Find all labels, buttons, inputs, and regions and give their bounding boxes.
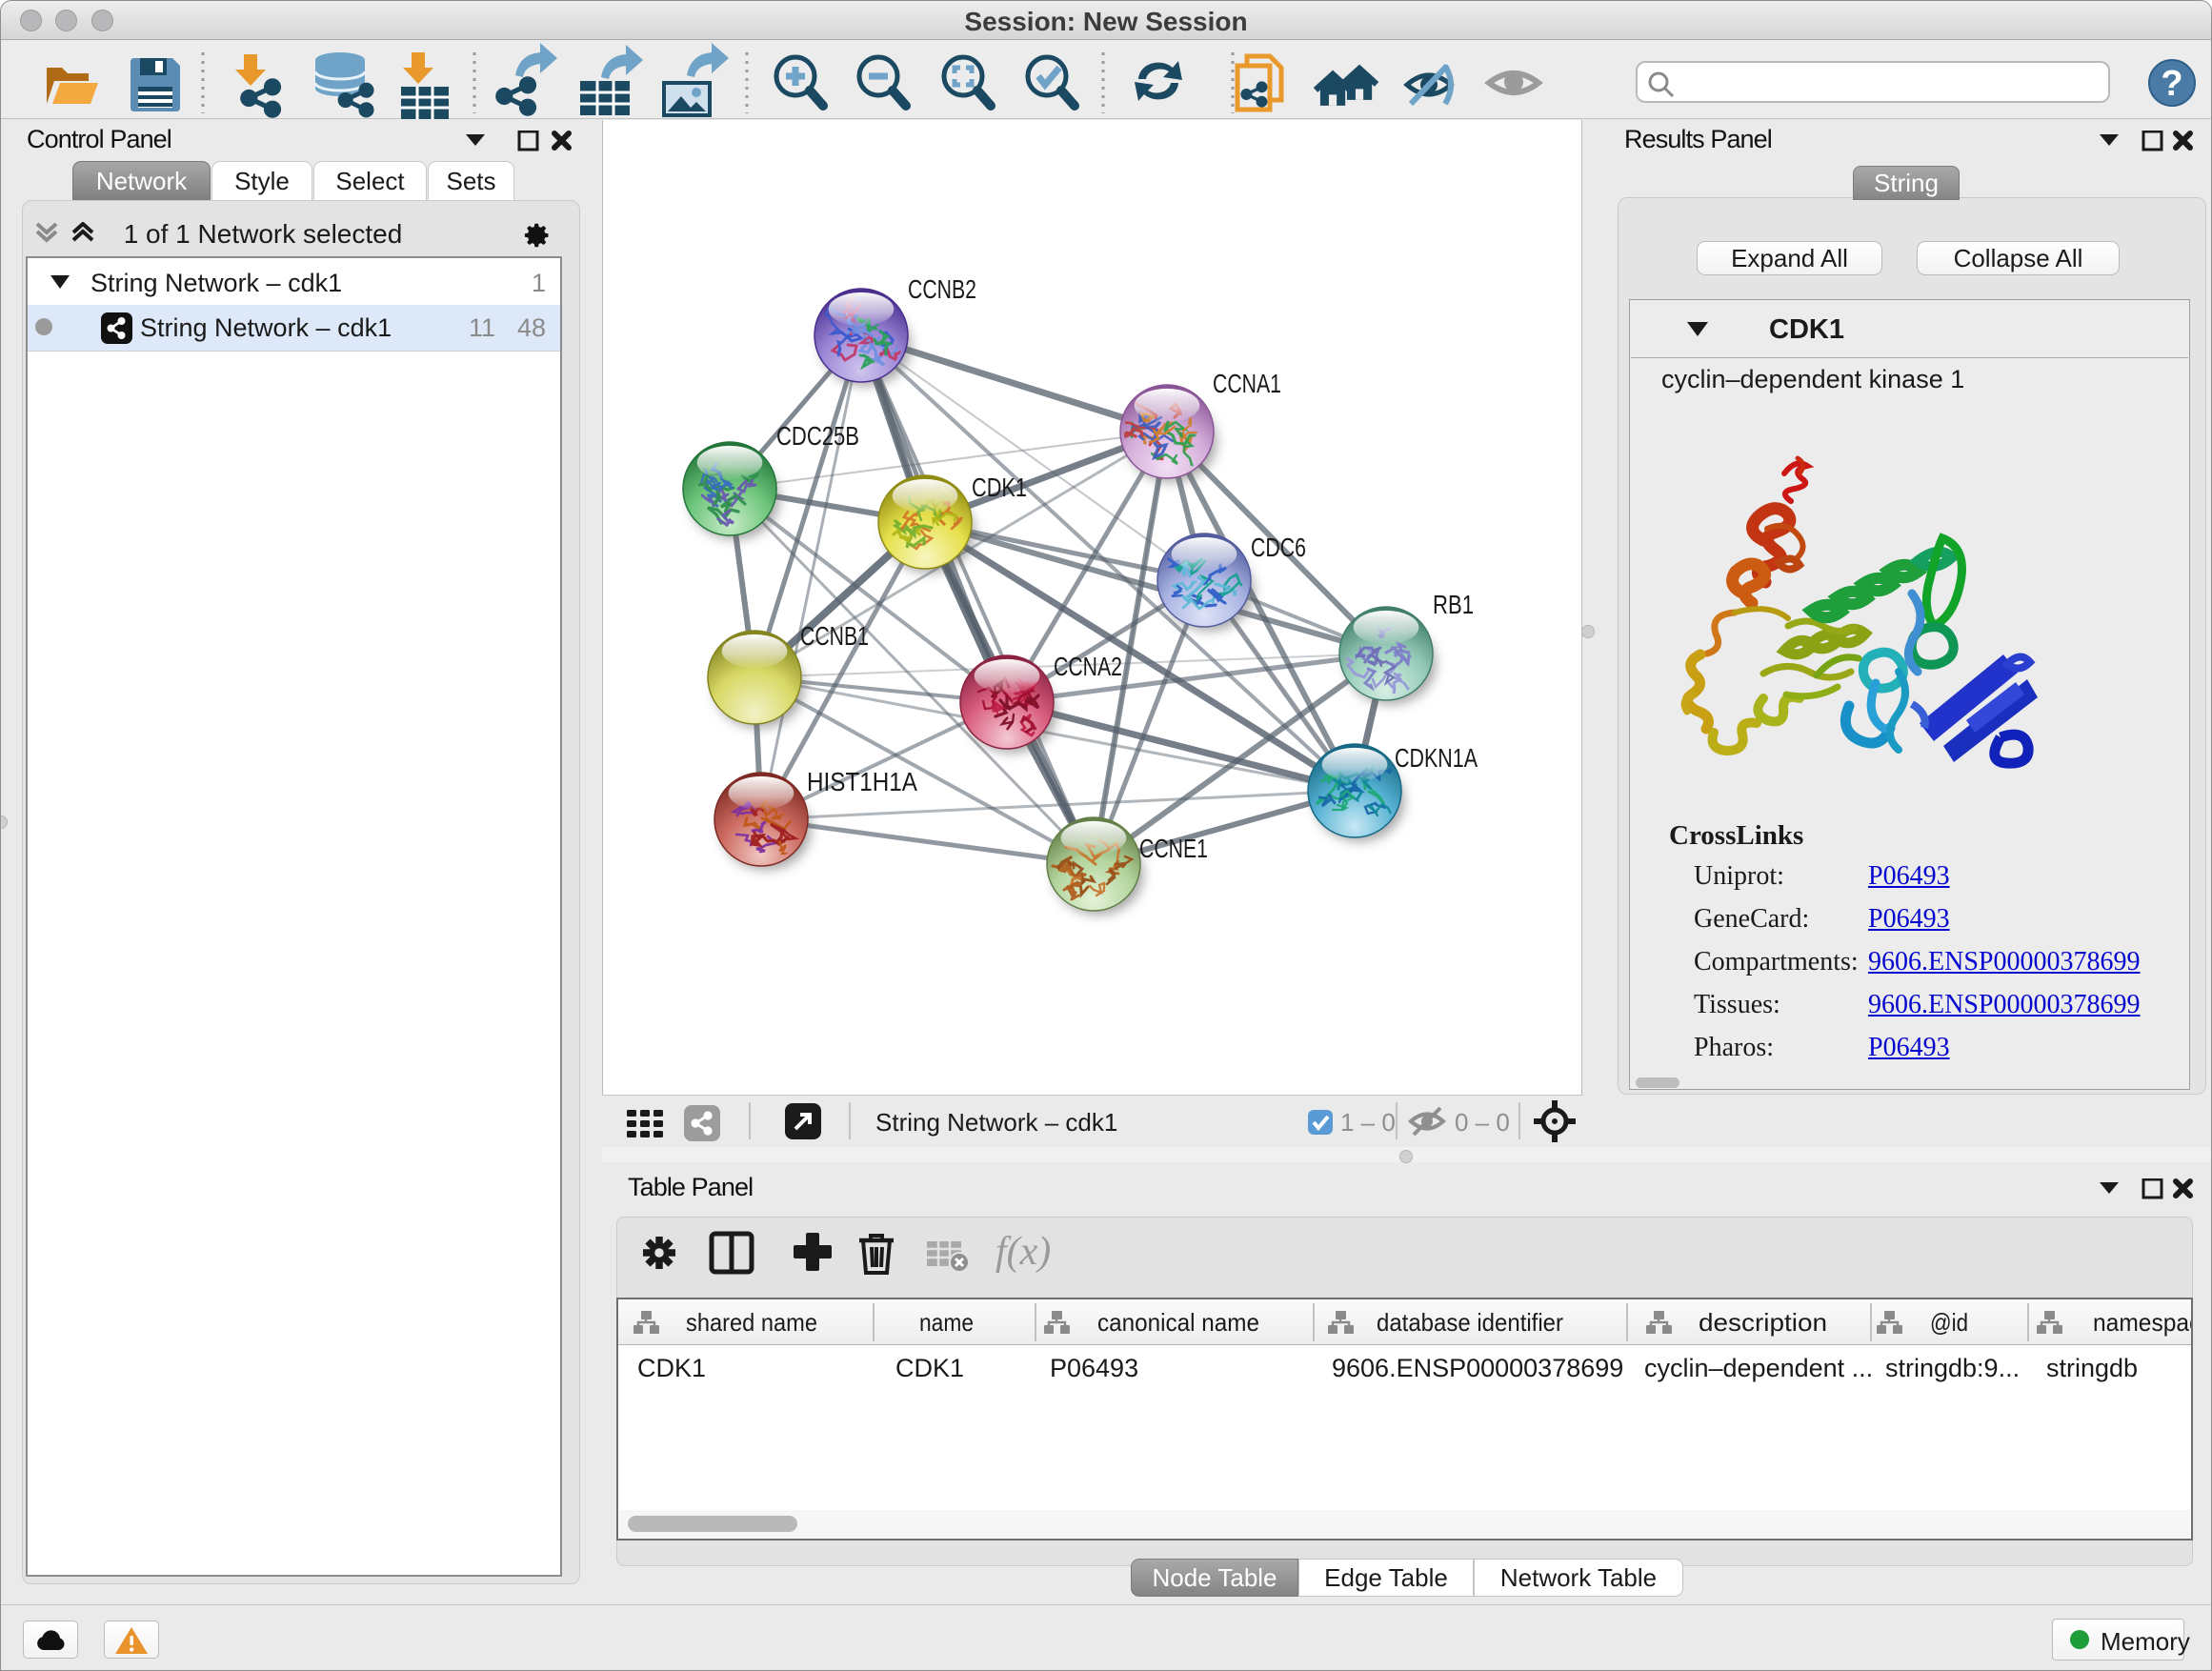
svg-text:shared name: shared name	[686, 1308, 817, 1337]
svg-text:CCNA1: CCNA1	[1213, 369, 1281, 398]
svg-text:description: description	[1699, 1308, 1827, 1337]
svg-text:CCNE1: CCNE1	[1139, 834, 1208, 863]
svg-text:CCNB2: CCNB2	[908, 274, 976, 304]
svg-text:name: name	[919, 1308, 974, 1337]
svg-text:CDKN1A: CDKN1A	[1395, 743, 1478, 773]
svg-text:f(x): f(x)	[995, 1230, 1051, 1274]
svg-text:canonical name: canonical name	[1097, 1308, 1259, 1337]
svg-text:RB1: RB1	[1433, 590, 1474, 619]
svg-text:?: ?	[2161, 64, 2182, 104]
svg-text:CDC6: CDC6	[1251, 533, 1306, 562]
svg-text:CDK1: CDK1	[972, 473, 1027, 502]
svg-text:CCNA2: CCNA2	[1054, 652, 1122, 681]
svg-text:CDC25B: CDC25B	[776, 421, 859, 451]
svg-text:HIST1H1A: HIST1H1A	[807, 767, 917, 796]
svg-text:namespace: namespace	[2093, 1308, 2191, 1337]
svg-text:CCNB1: CCNB1	[800, 621, 869, 651]
svg-text:database identifier: database identifier	[1377, 1308, 1563, 1337]
svg-text:@id: @id	[1930, 1308, 1968, 1337]
